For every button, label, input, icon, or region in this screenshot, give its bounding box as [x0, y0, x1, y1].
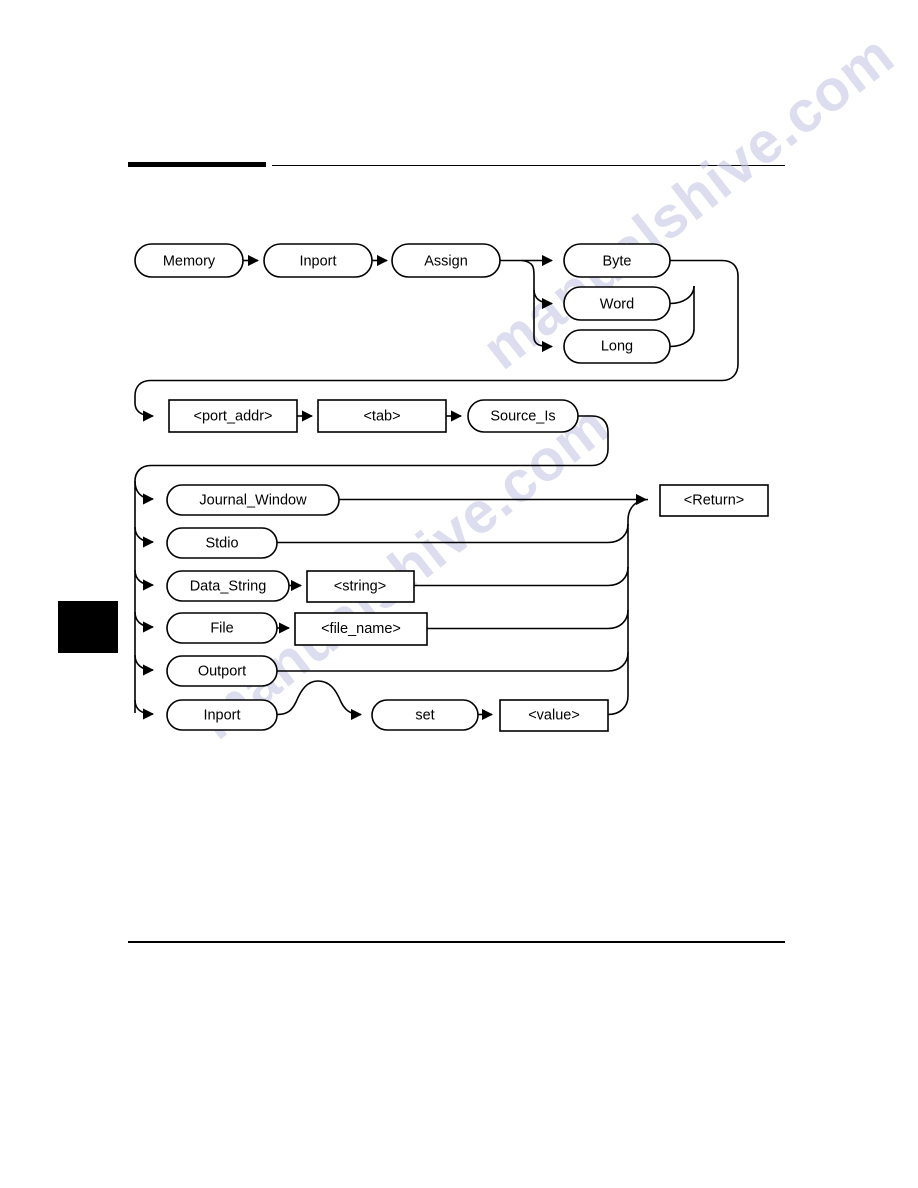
- node-long-label: Long: [601, 338, 633, 354]
- node-return: <Return>: [659, 484, 769, 517]
- node-assign-label: Assign: [424, 253, 468, 269]
- node-source-is-label: Source_Is: [490, 408, 555, 424]
- node-set-label: set: [415, 707, 434, 723]
- node-inport: Inport: [263, 243, 373, 278]
- footer-thin-rule: [128, 941, 785, 943]
- node-tab: <tab>: [317, 399, 447, 433]
- node-port-addr-label: <port_addr>: [193, 408, 272, 424]
- node-string-label: <string>: [334, 578, 386, 594]
- node-long: Long: [563, 329, 671, 364]
- syntax-railroad-diagram: Memory Inport Assign Byte Word Long <por…: [134, 243, 769, 732]
- node-stdio: Stdio: [166, 527, 278, 559]
- node-journal-window-label: Journal_Window: [199, 492, 307, 508]
- manual-page: manualshive.com manualshive.com Memory I…: [0, 0, 918, 1188]
- node-stdio-label: Stdio: [205, 535, 238, 551]
- node-return-label: <Return>: [684, 492, 744, 508]
- node-outport-label: Outport: [198, 663, 246, 679]
- node-assign: Assign: [391, 243, 501, 278]
- node-memory-label: Memory: [163, 253, 216, 269]
- node-port-addr: <port_addr>: [168, 399, 298, 433]
- node-value: <value>: [499, 699, 609, 732]
- node-file-name-label: <file_name>: [321, 621, 401, 637]
- node-inport-label: Inport: [299, 253, 336, 269]
- node-outport: Outport: [166, 655, 278, 687]
- node-word-label: Word: [600, 296, 634, 312]
- node-file: File: [166, 612, 278, 644]
- node-source-is: Source_Is: [467, 399, 579, 433]
- node-journal-window: Journal_Window: [166, 484, 340, 516]
- node-file-name: <file_name>: [294, 612, 428, 646]
- node-inport-2: Inport: [166, 699, 278, 731]
- node-set: set: [371, 699, 479, 731]
- node-inport-2-label: Inport: [203, 707, 240, 723]
- node-string: <string>: [306, 570, 415, 603]
- node-tab-label: <tab>: [363, 408, 400, 424]
- node-file-label: File: [210, 620, 233, 636]
- node-value-label: <value>: [528, 707, 580, 723]
- node-data-string-label: Data_String: [190, 578, 267, 594]
- node-memory: Memory: [134, 243, 244, 278]
- node-data-string: Data_String: [166, 570, 290, 602]
- node-byte: Byte: [563, 243, 671, 278]
- node-byte-label: Byte: [602, 253, 631, 269]
- node-word: Word: [563, 286, 671, 321]
